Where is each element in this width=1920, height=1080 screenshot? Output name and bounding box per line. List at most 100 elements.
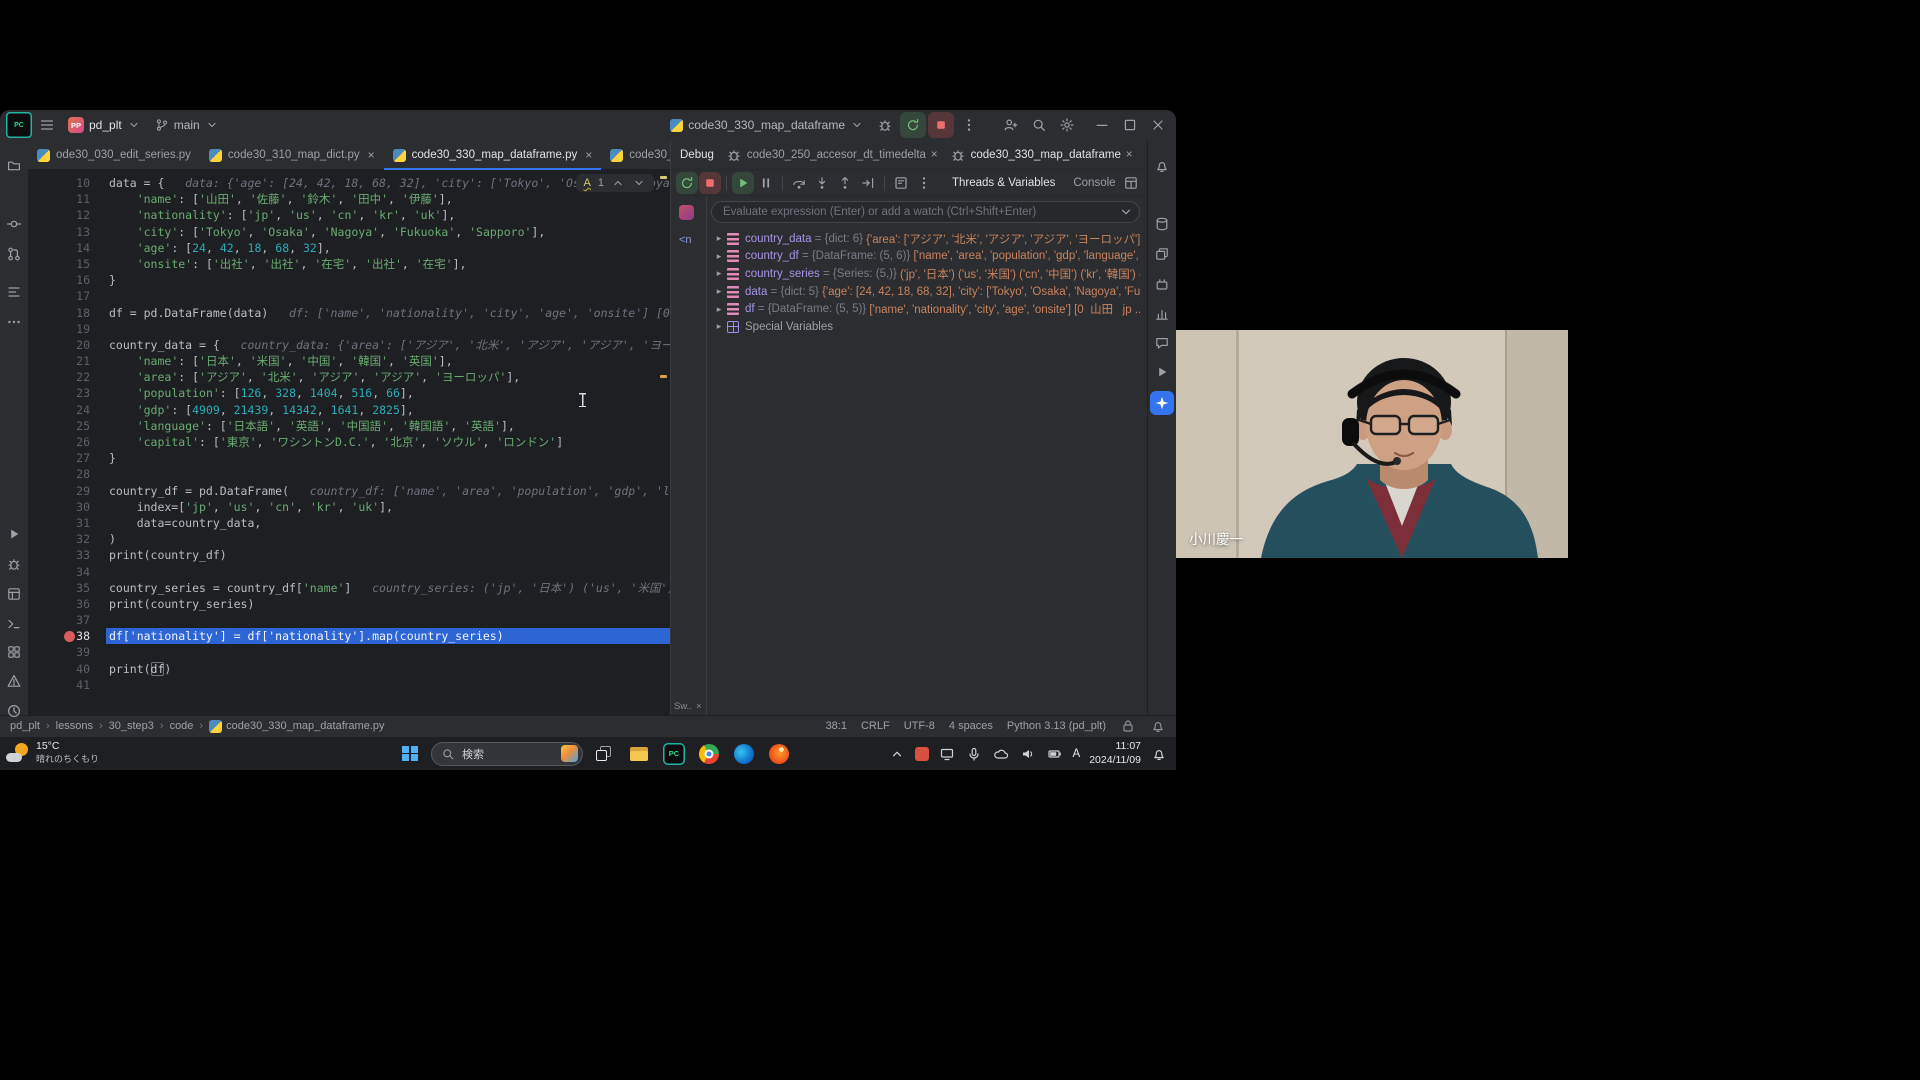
line-number[interactable]: 37 bbox=[28, 612, 106, 628]
code-line[interactable]: 31 data=country_data, bbox=[28, 515, 670, 531]
speaker-icon[interactable] bbox=[1019, 745, 1037, 763]
project-chip[interactable]: PP pd_plt bbox=[62, 115, 147, 135]
line-number[interactable]: 12 bbox=[28, 207, 106, 223]
code-line[interactable]: 38df['nationality'] = df['nationality'].… bbox=[28, 628, 670, 644]
chevron-down-icon[interactable] bbox=[632, 176, 646, 190]
taskbar-app-edge[interactable] bbox=[730, 740, 758, 768]
line-number[interactable]: 34 bbox=[28, 564, 106, 580]
display-icon[interactable] bbox=[938, 745, 956, 763]
editor-tab[interactable]: code30_310_map_dict.py× bbox=[200, 140, 384, 170]
line-number[interactable]: 18 bbox=[28, 305, 106, 321]
settings-icon[interactable] bbox=[1054, 112, 1080, 138]
app-red-icon[interactable] bbox=[915, 747, 929, 761]
close-tab-icon[interactable]: × bbox=[368, 148, 375, 162]
resume-icon[interactable] bbox=[732, 172, 754, 194]
chevron-up-icon[interactable] bbox=[611, 176, 625, 190]
start-button[interactable] bbox=[396, 740, 424, 768]
line-number[interactable]: 11 bbox=[28, 191, 106, 207]
taskbar-app-task-view[interactable] bbox=[590, 740, 618, 768]
code-line[interactable]: 26 'capital': ['東京', 'ワシントンD.C.', '北京', … bbox=[28, 434, 670, 450]
stop-icon[interactable] bbox=[928, 112, 954, 138]
variable-row[interactable]: ▸country_df = {DataFrame: (5, 6)} ['name… bbox=[711, 248, 1140, 266]
code-line[interactable]: 41 bbox=[28, 677, 670, 693]
variable-row[interactable]: ▸country_data = {dict: 6} {'area': ['アジア… bbox=[711, 230, 1140, 248]
weather-widget[interactable]: 15°C 晴れのちくもり bbox=[6, 740, 99, 765]
more-vert-icon[interactable] bbox=[913, 172, 935, 194]
code-line[interactable]: 14 'age': [24, 42, 18, 68, 32], bbox=[28, 240, 670, 256]
editor-tab[interactable]: code30_040_edit_partly.py× bbox=[601, 140, 670, 170]
line-number[interactable]: 41 bbox=[28, 677, 106, 693]
code-line[interactable]: 37 bbox=[28, 612, 670, 628]
run-icon[interactable] bbox=[2, 522, 26, 546]
chart-icon[interactable] bbox=[1150, 302, 1174, 326]
services-icon[interactable] bbox=[2, 640, 26, 664]
tray-clock[interactable]: 11:07 2024/11/09 bbox=[1089, 740, 1141, 767]
folder-icon[interactable] bbox=[2, 154, 26, 178]
structure-icon[interactable] bbox=[2, 280, 26, 304]
line-number[interactable]: 24 bbox=[28, 402, 106, 418]
tree-expand-icon[interactable]: ▸ bbox=[711, 251, 727, 262]
line-number[interactable]: 30 bbox=[28, 499, 106, 515]
cloud-icon[interactable] bbox=[992, 745, 1010, 763]
chevron-up-icon[interactable] bbox=[888, 745, 906, 763]
line-number[interactable]: 32 bbox=[28, 531, 106, 547]
debug-icon[interactable] bbox=[2, 552, 26, 576]
taskbar-app-chrome[interactable] bbox=[695, 740, 723, 768]
line-number[interactable]: 23 bbox=[28, 385, 106, 401]
more-horiz-icon[interactable] bbox=[2, 310, 26, 334]
status-item[interactable]: UTF-8 bbox=[904, 720, 935, 732]
code-line[interactable]: 20country_data = { country_data: {'area'… bbox=[28, 337, 670, 353]
code-line[interactable]: 40print(df) bbox=[28, 661, 670, 677]
git-branch-chip[interactable]: main bbox=[149, 116, 225, 134]
line-number[interactable]: 15 bbox=[28, 256, 106, 272]
code-line[interactable]: 13 'city': ['Tokyo', 'Osaka', 'Nagoya', … bbox=[28, 224, 670, 240]
inspections-widget[interactable]: A 1 bbox=[576, 174, 654, 192]
breadcrumb-item[interactable]: code30_330_map_dataframe.py bbox=[209, 720, 384, 733]
line-number[interactable]: 39 bbox=[28, 644, 106, 660]
panel-corner-chip[interactable]: Sw.. × bbox=[674, 701, 702, 712]
run-to-cursor-icon[interactable] bbox=[857, 172, 879, 194]
code-line[interactable]: 25 'language': ['日本語', '英語', '中国語', '韓国語… bbox=[28, 418, 670, 434]
breadcrumb-item[interactable]: 30_step3 bbox=[109, 720, 154, 732]
code-line[interactable]: 23 'population': [126, 328, 1404, 516, 6… bbox=[28, 385, 670, 401]
ai-assistant-icon[interactable] bbox=[1150, 391, 1174, 415]
tree-expand-icon[interactable]: ▸ bbox=[711, 321, 727, 332]
taskbar-app-explorer[interactable] bbox=[625, 740, 653, 768]
evaluate-expression-input[interactable]: Evaluate expression (Enter) or add a wat… bbox=[711, 201, 1140, 223]
code-line[interactable]: 18df = pd.DataFrame(data) df: ['name', '… bbox=[28, 305, 670, 321]
debug-tab[interactable]: code30_330_map_dataframe× bbox=[950, 147, 1133, 163]
database-icon[interactable] bbox=[1150, 212, 1174, 236]
tree-expand-icon[interactable]: ▸ bbox=[711, 268, 727, 279]
pull-request-icon[interactable] bbox=[2, 242, 26, 266]
terminal-icon[interactable] bbox=[2, 612, 26, 636]
taskbar-app-pycharm[interactable]: PC bbox=[660, 740, 688, 768]
variable-row[interactable]: ▸df = {DataFrame: (5, 5)} ['name', 'nati… bbox=[711, 300, 1140, 318]
battery-icon[interactable] bbox=[1046, 745, 1064, 763]
close-icon[interactable]: × bbox=[696, 701, 702, 712]
line-number[interactable]: 19 bbox=[28, 321, 106, 337]
problems-icon[interactable] bbox=[2, 669, 26, 693]
code-line[interactable]: 21 'name': ['日本', '米国', '中国', '韓国', '英国'… bbox=[28, 353, 670, 369]
view-tab[interactable]: Threads & Variables bbox=[952, 177, 1055, 189]
line-number[interactable]: 22 bbox=[28, 369, 106, 385]
code-line[interactable]: 32) bbox=[28, 531, 670, 547]
mic-icon[interactable] bbox=[965, 745, 983, 763]
code-line[interactable]: 36print(country_series) bbox=[28, 596, 670, 612]
close-tab-icon[interactable]: × bbox=[585, 148, 592, 162]
status-item[interactable]: CRLF bbox=[861, 720, 890, 732]
maximize-icon[interactable] bbox=[1116, 112, 1144, 138]
evaluate-icon[interactable] bbox=[890, 172, 912, 194]
editor-tab[interactable]: code30_330_map_dataframe.py× bbox=[384, 140, 602, 170]
code-line[interactable]: 39 bbox=[28, 644, 670, 660]
status-item[interactable]: 4 spaces bbox=[949, 720, 993, 732]
variable-row[interactable]: ▸country_series = {Series: (5,)} ('jp', … bbox=[711, 265, 1140, 283]
line-number[interactable]: 29 bbox=[28, 483, 106, 499]
ime-indicator[interactable]: A bbox=[1073, 748, 1081, 760]
plugin-icon[interactable] bbox=[1150, 272, 1174, 296]
code-line[interactable]: 28 bbox=[28, 466, 670, 482]
pycharm-logo-icon[interactable]: PC bbox=[6, 112, 32, 138]
line-number[interactable]: 35 bbox=[28, 580, 106, 596]
message-icon[interactable] bbox=[1150, 331, 1174, 355]
tree-expand-icon[interactable]: ▸ bbox=[711, 304, 727, 315]
tree-expand-icon[interactable]: ▸ bbox=[711, 286, 727, 297]
